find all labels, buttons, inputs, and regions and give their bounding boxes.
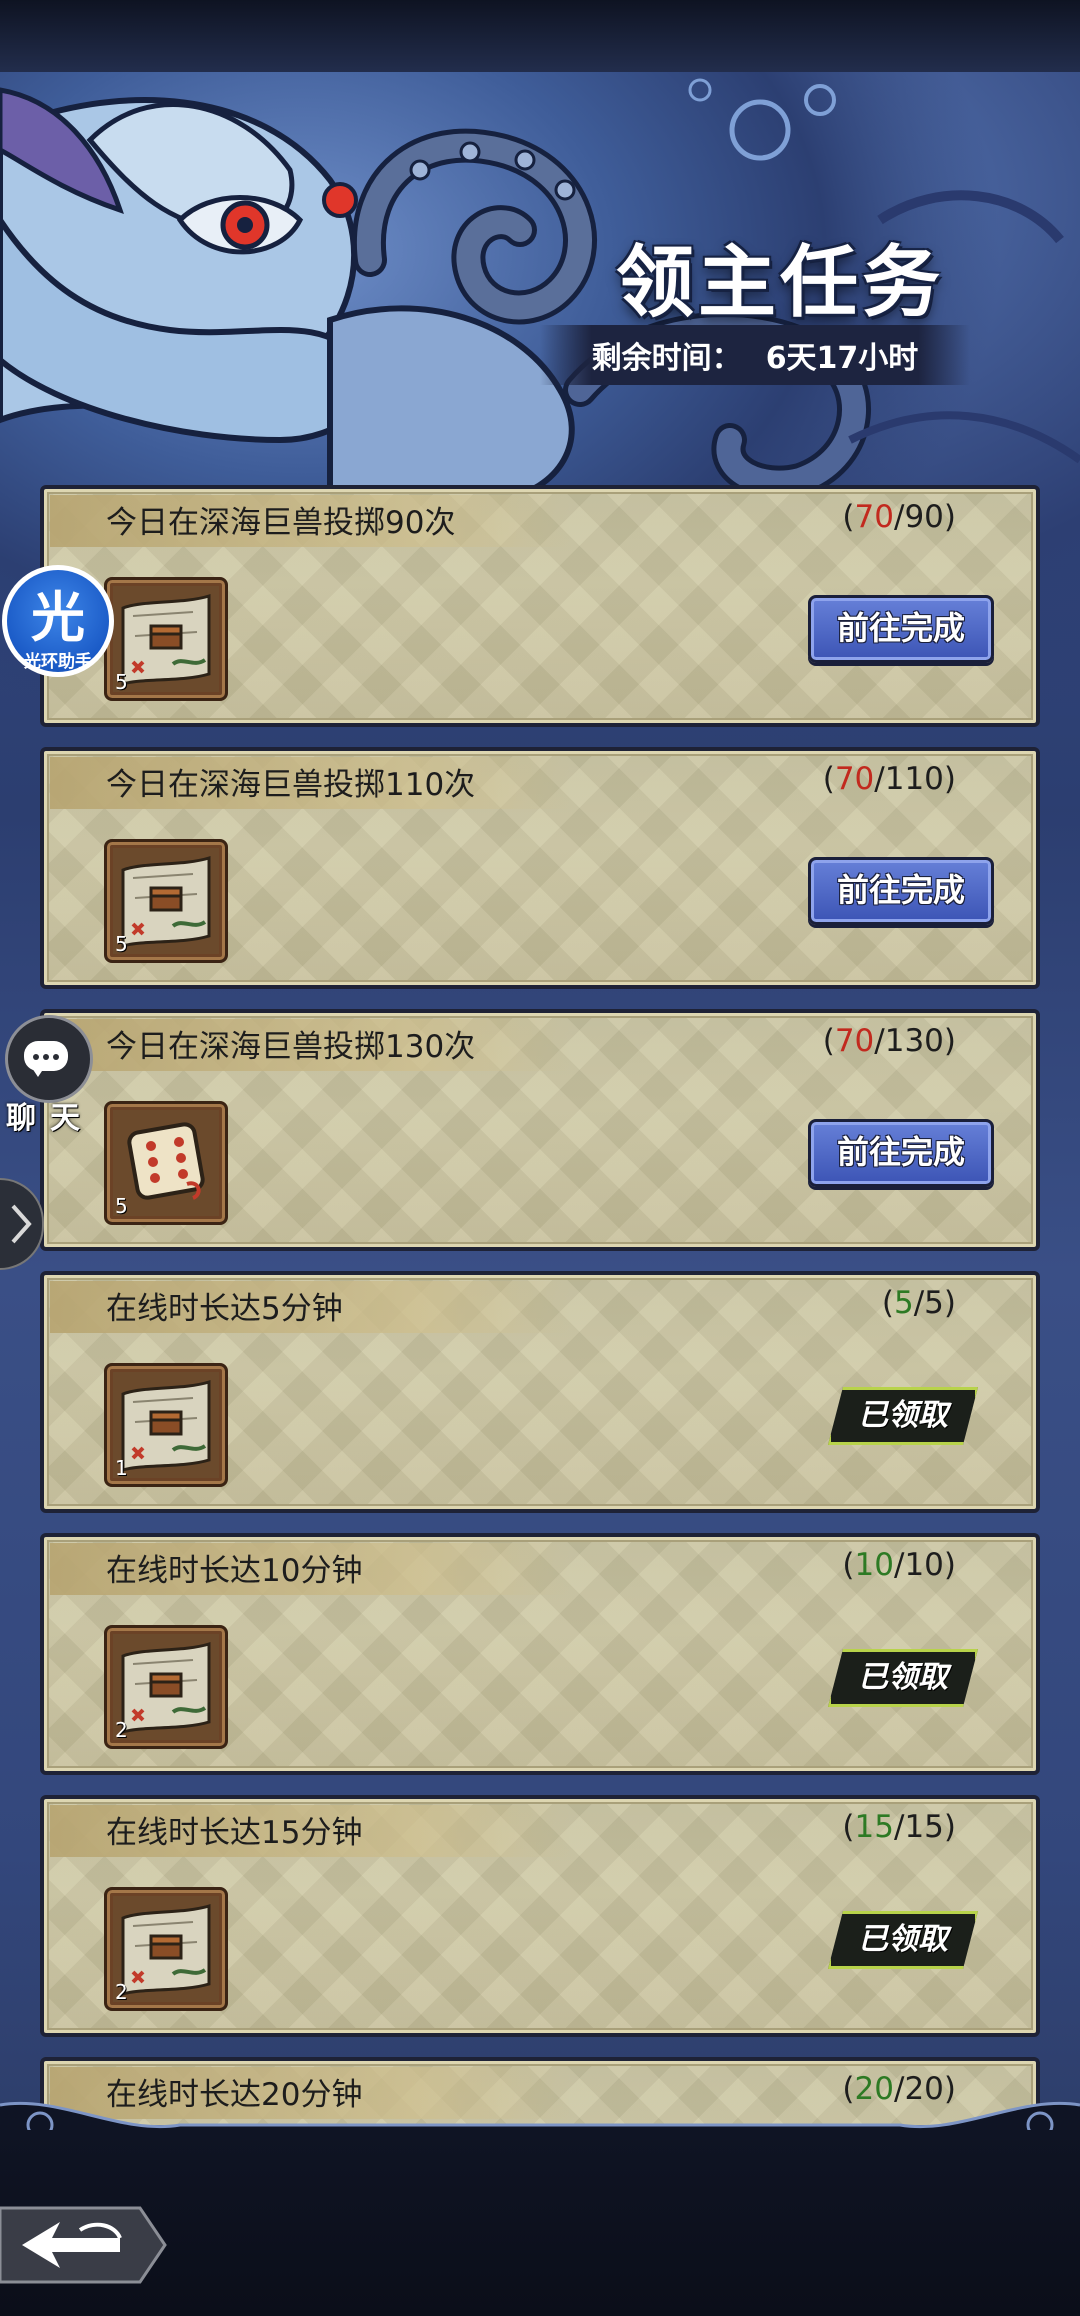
progress-target: 10 [904, 1547, 944, 1583]
progress-current: 70 [834, 1023, 875, 1059]
chat-button[interactable]: 聊天 [0, 1015, 100, 1136]
go-complete-button[interactable]: 前往完成 [808, 1119, 994, 1187]
claimed-badge: 已领取 [828, 1387, 978, 1445]
progress-separator: / [893, 499, 905, 535]
progress-open: ( [842, 1809, 855, 1845]
reward-count: 5 [115, 1194, 128, 1218]
progress-current: 70 [854, 499, 894, 535]
progress-target: 90 [904, 499, 944, 535]
task-card: 在线时长达15分钟 (15/15) 2 已领取 [40, 1795, 1040, 2037]
task-title: 今日在深海巨兽投掷110次 [106, 767, 476, 803]
task-title: 在线时长达15分钟 [106, 1815, 363, 1851]
task-card: 在线时长达5分钟 (5/5) 1 已领取 [40, 1271, 1040, 1513]
task-progress: (15/15) [842, 1809, 956, 1845]
reward-item[interactable]: 5 [104, 577, 228, 701]
task-progress: (70/90) [842, 499, 956, 535]
progress-target: 130 [884, 1023, 944, 1059]
reward-item[interactable]: 2 [104, 1625, 228, 1749]
task-card: 在线时长达10分钟 (10/10) 2 已领取 [40, 1533, 1040, 1775]
progress-open: ( [822, 761, 835, 797]
task-progress: (70/130) [823, 1023, 956, 1059]
progress-current: 15 [854, 1809, 894, 1845]
progress-open: ( [822, 1023, 835, 1059]
assistant-badge-char: 光 [31, 586, 85, 649]
task-card: 今日在深海巨兽投掷90次 (70/90) 5 前往完成 [40, 485, 1040, 727]
progress-close: ) [943, 499, 956, 535]
chevron-right-icon [11, 1204, 32, 1244]
task-title: 在线时长达10分钟 [106, 1553, 363, 1589]
task-title: 在线时长达5分钟 [106, 1291, 343, 1327]
page-title: 领主任务 [615, 238, 944, 328]
claimed-badge: 已领取 [828, 1649, 978, 1707]
claimed-label: 已领取 [858, 1398, 948, 1433]
progress-close: ) [943, 1809, 956, 1845]
reward-item[interactable]: 1 [104, 1363, 228, 1487]
progress-separator: / [893, 1809, 905, 1845]
go-complete-button[interactable]: 前往完成 [808, 857, 994, 925]
progress-open: ( [842, 499, 855, 535]
task-progress: (10/10) [842, 1547, 956, 1583]
chat-label: 聊天 [6, 1101, 94, 1136]
reward-count: 2 [115, 1718, 128, 1742]
progress-close: ) [943, 761, 956, 797]
assistant-label: 光环助手 [24, 652, 92, 672]
chat-bubble-tail [30, 1065, 46, 1077]
reward-count: 5 [115, 932, 128, 956]
progress-open: ( [881, 1285, 894, 1321]
task-title: 今日在深海巨兽投掷90次 [106, 505, 456, 541]
claimed-label: 已领取 [858, 1660, 948, 1695]
progress-current: 10 [854, 1547, 894, 1583]
progress-open: ( [842, 1547, 855, 1583]
reward-item[interactable]: 5 [104, 839, 228, 963]
go-complete-button[interactable]: 前往完成 [808, 595, 994, 663]
claimed-label: 已领取 [858, 1922, 948, 1957]
task-card: 今日在深海巨兽投掷130次 (70/130) 5 前往完成 [40, 1009, 1040, 1251]
progress-current: 70 [834, 761, 875, 797]
progress-separator: / [874, 761, 885, 797]
reward-item[interactable]: 2 [104, 1887, 228, 2011]
claimed-badge: 已领取 [828, 1911, 978, 1969]
reward-item[interactable]: 5 [104, 1101, 228, 1225]
task-title: 今日在深海巨兽投掷130次 [106, 1029, 476, 1065]
progress-close: ) [943, 1285, 956, 1321]
reward-count: 2 [115, 1980, 128, 2004]
back-button[interactable] [0, 2200, 170, 2290]
progress-separator: / [893, 1547, 905, 1583]
task-list[interactable]: 今日在深海巨兽投掷90次 (70/90) 5 前往完成 今日在深海巨兽投掷110次 (70… [40, 485, 1040, 2125]
title-area: 领主任务 [560, 200, 1000, 330]
assistant-float-button[interactable]: 光 光环助手 [0, 565, 120, 685]
reward-count: 1 [115, 1456, 128, 1480]
task-progress: (5/5) [882, 1285, 956, 1321]
task-card: 今日在深海巨兽投掷110次 (70/110) 5 前往完成 [40, 747, 1040, 989]
progress-close: ) [943, 1547, 956, 1583]
back-arrow-icon [0, 2206, 167, 2284]
progress-separator: / [913, 1285, 925, 1321]
remaining-time-label: 剩余时间： [591, 341, 742, 376]
progress-separator: / [874, 1023, 885, 1059]
remaining-time-bar: 剩余时间： 6天17小时 [540, 325, 970, 385]
progress-target: 110 [884, 761, 944, 797]
task-progress: (70/110) [823, 761, 956, 797]
progress-current: 5 [893, 1285, 914, 1321]
progress-close: ) [943, 1023, 956, 1059]
remaining-time-value: 6天17小时 [765, 341, 919, 376]
progress-target: 15 [904, 1809, 944, 1845]
progress-target: 5 [924, 1285, 944, 1321]
